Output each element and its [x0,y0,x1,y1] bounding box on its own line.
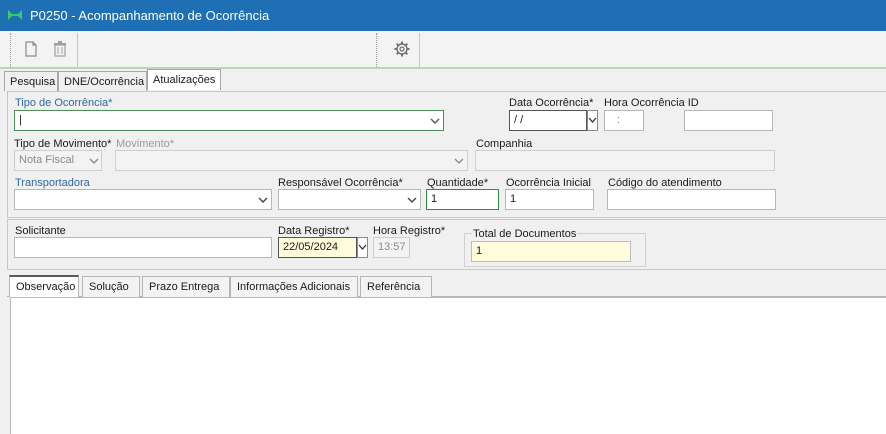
transportadora-select[interactable] [14,189,272,210]
window-title: P0250 - Acompanhamento de Ocorrência [30,8,270,23]
chevron-down-icon [89,158,99,164]
settings-icon[interactable] [393,40,411,58]
toolbar-separator [10,33,11,67]
chevron-down-icon[interactable] [428,114,442,128]
ocorrencia-inicial-value: 1 [510,193,517,205]
solicitante-field[interactable] [14,237,272,258]
hora-registro-field[interactable]: 13:57 [373,237,410,258]
total-documentos-value: 1 [476,245,483,257]
data-ocorrencia-dropdown-button[interactable] [587,110,598,131]
ocorrencia-inicial-field[interactable]: 1 [505,189,594,210]
data-ocorrencia-label: Data Ocorrência* [509,97,594,109]
ocorrencia-inicial-label: Ocorrência Inicial [506,177,591,189]
toolbar-separator [376,33,377,67]
chevron-down-icon [358,244,367,250]
total-documentos-field: 1 [471,241,631,262]
tipo-movimento-value: Nota Fiscal [19,154,75,166]
hora-ocorrencia-id-label: Hora Ocorrência ID [604,97,699,109]
tipo-ocorrencia-label: Tipo de Ocorrência* [15,97,113,109]
data-ocorrencia-field[interactable]: / / [509,110,587,131]
toolbar-divider [0,67,886,69]
transportadora-label: Transportadora [15,177,90,189]
tab-dne-ocorrencia[interactable]: DNE/Ocorrência [58,71,147,91]
toolbar-separator [77,33,78,67]
codigo-atendimento-field[interactable] [607,189,776,210]
solicitante-label: Solicitante [15,225,66,237]
chevron-down-icon [588,117,597,123]
tab-atualizacoes[interactable]: Atualizações [147,69,221,90]
app-logo-icon [8,10,22,20]
companhia-field[interactable] [475,150,775,171]
chevron-down-icon[interactable] [256,193,270,207]
observacao-textarea[interactable] [10,297,886,434]
movimento-label: Movimento* [116,138,175,150]
responsavel-ocorrencia-select[interactable] [278,189,421,210]
hora-ocorrencia-field[interactable]: : [604,110,644,131]
toolbar-separator [419,33,420,67]
subtab-observacao[interactable]: Observação [9,275,79,297]
quantidade-value: 1 [431,193,438,205]
quantidade-label: Quantidade* [427,177,489,189]
tab-pesquisa[interactable]: Pesquisa [4,71,58,91]
companhia-label: Companhia [476,138,533,150]
quantidade-field[interactable]: 1 [426,189,499,210]
codigo-atendimento-label: Código do atendimento [608,177,722,189]
subtab-prazo-entrega[interactable]: Prazo Entrega [142,276,230,297]
delete-icon[interactable] [51,40,69,58]
ocorrencia-id-field[interactable] [684,110,773,131]
data-registro-label: Data Registro* [278,225,350,237]
data-ocorrencia-value: / / [514,114,524,126]
subtab-solucao[interactable]: Solução [82,276,140,297]
chevron-down-icon[interactable] [405,193,419,207]
data-registro-dropdown-button[interactable] [357,237,368,258]
movimento-select[interactable] [115,150,468,171]
title-bar: P0250 - Acompanhamento de Ocorrência [0,0,886,31]
responsavel-ocorrencia-label: Responsável Ocorrência* [278,177,403,189]
subtab-referencia[interactable]: Referência [360,276,432,297]
hora-ocorrencia-value: : [617,114,621,126]
data-registro-value: 22/05/2024 [283,241,339,253]
toolbar [0,31,886,68]
total-documentos-label: Total de Documentos [472,228,578,240]
tipo-ocorrencia-select[interactable]: | [14,110,444,131]
tipo-ocorrencia-value: | [19,114,22,126]
tipo-movimento-label: Tipo de Movimento* [14,138,112,150]
hora-registro-label: Hora Registro* [373,225,446,237]
chevron-down-icon [454,158,464,164]
hora-registro-value: 13:57 [378,241,406,253]
new-file-icon[interactable] [22,40,40,58]
subtab-informacoes-adicionais[interactable]: Informações Adicionais [230,276,358,297]
data-registro-field[interactable]: 22/05/2024 [278,237,357,258]
